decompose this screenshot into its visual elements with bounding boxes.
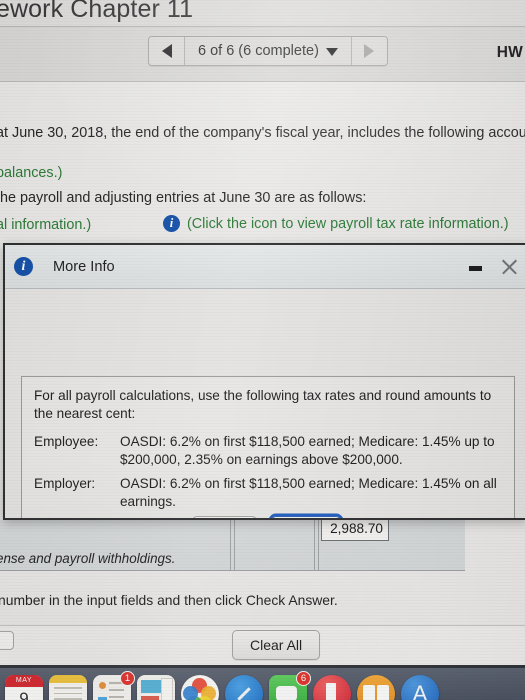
table-row: Employer: OASDI: 6.2% on first $118,500 …: [34, 475, 502, 511]
rate-party-label: Employee:: [34, 433, 99, 449]
tax-rate-intro: For all payroll calculations, use the fo…: [34, 388, 492, 421]
pages-icon: [137, 675, 175, 700]
dialog-titlebar: i More Info: [5, 245, 525, 289]
rate-detail: OASDI: 6.2% on first $118,500 earned; Me…: [120, 433, 495, 467]
dock-item-photos[interactable]: [178, 672, 222, 700]
ibooks-icon: [357, 675, 395, 700]
contacts-badge: 1: [120, 671, 135, 686]
safari-icon: [225, 675, 263, 700]
worksheet-row-note: ense and payroll withholdings.: [0, 551, 176, 566]
question-counter-dropdown[interactable]: 6 of 6 (6 complete): [185, 37, 351, 65]
dialog-button-row: Print Done: [5, 516, 525, 518]
dock-item-safari[interactable]: [222, 672, 266, 700]
worksheet-remnant: 2,988.70 ense and payroll withholdings. …: [0, 516, 525, 625]
problem-line-2: balances.): [0, 165, 63, 181]
column-divider: [230, 520, 231, 570]
more-info-dialog: i More Info For all payroll calculations…: [3, 243, 525, 520]
dock-item-ibooks[interactable]: [354, 672, 398, 700]
itunes-icon: [313, 675, 351, 700]
column-divider: [314, 520, 315, 570]
dialog-title: More Info: [53, 258, 115, 275]
dock-item-contacts[interactable]: 1: [90, 671, 135, 700]
page-title: ework Chapter 11: [0, 0, 194, 23]
assignment-nav-strip: 6 of 6 (6 complete) HW: [0, 26, 525, 82]
column-divider: [234, 520, 235, 570]
bottom-toolbar: Clear All: [0, 625, 525, 665]
problem-line-3: the payroll and adjusting entries at Jun…: [0, 190, 367, 206]
dock-item-messages[interactable]: 6: [266, 671, 311, 700]
partial-input-field[interactable]: [0, 631, 14, 650]
table-row: Employee: OASDI: 6.2% on first $118,500 …: [34, 433, 502, 475]
check-answer-instruction: number in the input fields and then clic…: [0, 592, 338, 608]
triangle-right-icon: [364, 44, 375, 58]
payroll-tax-info-link-label: (Click the icon to view payroll tax rate…: [187, 215, 509, 232]
photos-icon: [181, 675, 219, 700]
dock-item-notes[interactable]: [46, 672, 90, 700]
question-counter-label: 6 of 6 (6 complete): [198, 43, 319, 59]
notes-icon: [49, 675, 87, 700]
app-store-icon: A: [401, 675, 439, 700]
dock-item-pages[interactable]: [134, 672, 178, 700]
payroll-tax-info-link[interactable]: i (Click the icon to view payroll tax ra…: [163, 215, 509, 232]
minimize-button[interactable]: [462, 245, 488, 288]
messages-badge: 6: [296, 671, 311, 686]
close-icon: [500, 257, 519, 276]
problem-line-4: al information.): [0, 217, 92, 233]
page-title-bar: ework Chapter 11: [0, 0, 525, 26]
macos-dock: MAY 9 1 6 A: [0, 665, 525, 700]
tax-rate-table: Employee: OASDI: 6.2% on first $118,500 …: [34, 433, 502, 511]
tax-rate-info-box: For all payroll calculations, use the fo…: [21, 376, 515, 518]
done-button[interactable]: Done: [271, 516, 341, 518]
info-circle-icon: i: [14, 257, 33, 276]
calendar-month-label: MAY: [5, 675, 43, 687]
info-circle-icon[interactable]: i: [163, 215, 180, 232]
calendar-icon: MAY 9: [5, 675, 43, 700]
next-question-button[interactable]: [350, 37, 387, 65]
dock-item-calendar[interactable]: MAY 9: [2, 672, 46, 700]
print-button[interactable]: Print: [192, 516, 258, 518]
dock-item-itunes[interactable]: [310, 672, 354, 700]
dialog-body: For all payroll calculations, use the fo…: [5, 289, 525, 518]
hw-score-label: HW: [496, 44, 523, 61]
rate-detail: OASDI: 6.2% on first $118,500 earned; Me…: [120, 475, 497, 509]
problem-line-1: at June 30, 2018, the end of the company…: [0, 125, 525, 141]
problem-statement: at June 30, 2018, the end of the company…: [0, 82, 525, 240]
dock-item-app-store[interactable]: A: [398, 672, 442, 700]
rate-party-label: Employer:: [34, 475, 96, 491]
close-button[interactable]: [496, 245, 522, 288]
clear-all-button[interactable]: Clear All: [232, 630, 321, 660]
question-navigator[interactable]: 6 of 6 (6 complete): [148, 36, 388, 66]
minimize-icon: [468, 266, 482, 271]
previous-question-button[interactable]: [149, 37, 185, 65]
caret-down-icon: [325, 48, 338, 56]
column-divider: [318, 520, 319, 570]
calendar-day-label: 9: [19, 689, 29, 700]
triangle-left-icon: [161, 44, 172, 58]
